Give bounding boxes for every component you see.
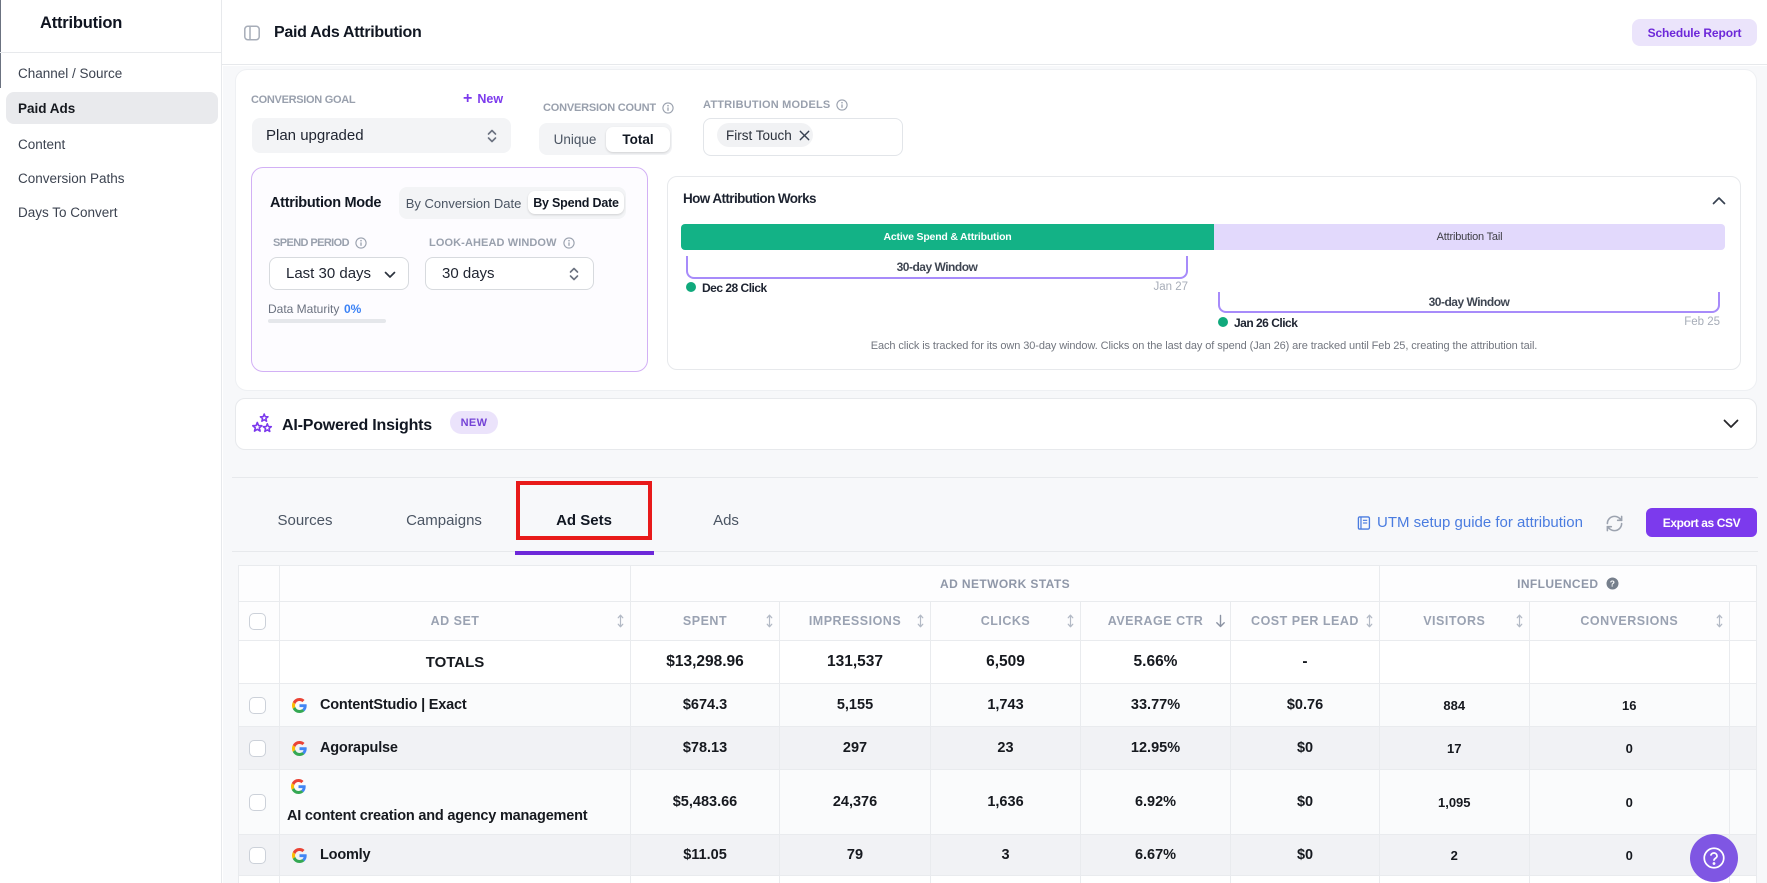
svg-text:?: ? [1610, 579, 1616, 589]
